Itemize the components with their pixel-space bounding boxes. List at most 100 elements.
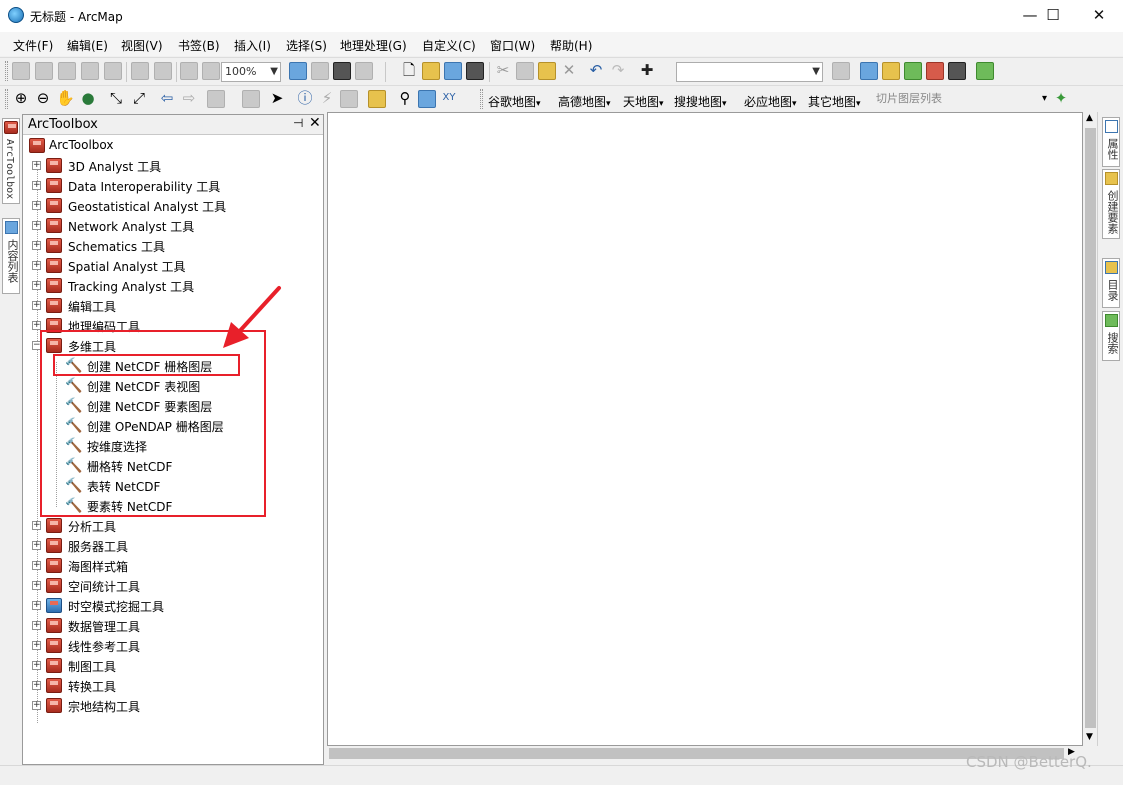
expand-icon[interactable]: + <box>32 561 41 570</box>
expand-icon[interactable]: + <box>32 221 41 230</box>
scroll-down-icon[interactable]: ▼ <box>1086 732 1093 742</box>
expand-icon[interactable]: + <box>32 261 41 270</box>
find-route-icon[interactable] <box>418 90 436 108</box>
menu-help[interactable]: 帮助(H) <box>550 37 592 54</box>
arctoolbox-window-icon[interactable] <box>926 62 944 80</box>
scale-combo[interactable]: ▼ <box>676 62 823 82</box>
toolbar-grip[interactable] <box>480 89 483 109</box>
map-canvas[interactable] <box>327 112 1083 746</box>
model-builder-icon[interactable] <box>976 62 994 80</box>
scroll-thumb[interactable] <box>329 748 1064 759</box>
close-icon[interactable]: ✕ <box>309 115 321 131</box>
search-dock-tab[interactable]: 搜索 <box>1102 311 1120 361</box>
search-window-icon[interactable] <box>904 62 922 80</box>
clear-selection-icon[interactable] <box>242 90 260 108</box>
next-extent-icon[interactable] <box>202 62 220 80</box>
scroll-thumb[interactable] <box>1085 128 1096 728</box>
pin-icon[interactable]: ⊣ <box>293 116 303 130</box>
python-window-icon[interactable] <box>948 62 966 80</box>
attributes-dock-tab[interactable]: 属性 <box>1102 117 1120 167</box>
change-layout-icon[interactable] <box>333 62 351 80</box>
expand-icon[interactable]: + <box>32 201 41 210</box>
measure-icon[interactable] <box>368 90 386 108</box>
identify-icon[interactable]: ⓘ <box>296 89 314 107</box>
pan-icon[interactable] <box>58 62 76 80</box>
add-data-icon[interactable]: ✚ <box>638 61 656 79</box>
create-features-dock-tab[interactable]: 创建要素 <box>1102 169 1120 239</box>
expand-icon[interactable]: + <box>32 161 41 170</box>
zoom-in-icon[interactable]: ⊕ <box>12 89 30 107</box>
previous-extent-icon[interactable] <box>180 62 198 80</box>
find-binoculars-icon[interactable]: ⚲ <box>396 89 414 107</box>
zoom-out-icon[interactable]: ⊖ <box>34 89 52 107</box>
expand-icon[interactable]: + <box>32 281 41 290</box>
go-to-xy-icon[interactable]: XY <box>440 89 458 107</box>
expand-icon[interactable]: + <box>32 621 41 630</box>
toggle-draft-mode-icon[interactable] <box>289 62 307 80</box>
menu-customize[interactable]: 自定义(C) <box>422 37 476 54</box>
arctoolbox-dock-tab[interactable]: ArcToolbox <box>2 118 20 204</box>
catalog-window-icon[interactable] <box>882 62 900 80</box>
copy-icon[interactable] <box>516 62 534 80</box>
tianditu-menu[interactable]: 天地图▾ <box>623 93 664 110</box>
expand-icon[interactable]: + <box>32 581 41 590</box>
vertical-scrollbar[interactable]: ▲ ▼ <box>1083 112 1098 746</box>
paste-icon[interactable] <box>538 62 556 80</box>
maximize-button[interactable]: ☐ <box>1030 0 1076 32</box>
save-icon[interactable] <box>444 62 462 80</box>
expand-icon[interactable]: + <box>32 181 41 190</box>
new-document-icon[interactable]: 🗋 <box>400 61 418 79</box>
add-tile-layer-icon[interactable]: ✦ <box>1052 89 1070 107</box>
gaode-map-menu[interactable]: 高德地图▾ <box>558 93 611 110</box>
bing-map-menu[interactable]: 必应地图▾ <box>744 93 797 110</box>
menu-bookmarks[interactable]: 书签(B) <box>178 37 220 54</box>
expand-icon[interactable]: + <box>32 521 41 530</box>
soso-map-menu[interactable]: 搜搜地图▾ <box>674 93 727 110</box>
fixed-zoom-in-icon[interactable] <box>12 62 30 80</box>
undo-icon[interactable]: ↶ <box>587 61 605 79</box>
catalog-dock-tab[interactable]: 目录 <box>1102 258 1120 308</box>
menu-file[interactable]: 文件(F) <box>13 37 53 54</box>
expand-icon[interactable]: + <box>32 241 41 250</box>
expand-icon[interactable]: + <box>32 641 41 650</box>
expand-icon[interactable]: + <box>32 541 41 550</box>
zoom-combo[interactable]: 100% ▼ <box>221 62 281 82</box>
print-icon[interactable] <box>466 62 484 80</box>
focus-data-frame-icon[interactable] <box>311 62 329 80</box>
select-features-icon[interactable] <box>207 90 225 108</box>
forward-arrow-icon[interactable]: ⇨ <box>180 89 198 107</box>
hyperlink-icon[interactable]: ⚡ <box>318 89 336 107</box>
go-back-icon[interactable] <box>104 62 122 80</box>
expand-icon[interactable]: + <box>32 661 41 670</box>
delete-icon[interactable]: ✕ <box>560 61 578 79</box>
scroll-up-icon[interactable]: ▲ <box>1086 113 1093 123</box>
zoom-whole-page-icon[interactable] <box>154 62 172 80</box>
table-of-contents-icon[interactable] <box>860 62 878 80</box>
editor-toolbar-icon[interactable] <box>832 62 850 80</box>
menu-edit[interactable]: 编辑(E) <box>67 37 108 54</box>
expand-icon[interactable]: + <box>32 601 41 610</box>
tile-layer-list[interactable]: 切片图层列表 ▾ <box>873 90 1049 110</box>
menu-windows[interactable]: 窗口(W) <box>490 37 535 54</box>
cut-icon[interactable]: ✂ <box>494 61 512 79</box>
toolbar-grip[interactable] <box>5 61 8 81</box>
fixed-zoom-out-arrows-icon[interactable]: ⤢ <box>130 89 148 107</box>
open-folder-icon[interactable] <box>422 62 440 80</box>
expand-icon[interactable]: + <box>32 321 41 330</box>
menu-view[interactable]: 视图(V) <box>121 37 163 54</box>
other-map-menu[interactable]: 其它地图▾ <box>808 93 861 110</box>
select-elements-icon[interactable] <box>131 62 149 80</box>
toolbar-grip[interactable] <box>5 89 8 109</box>
close-button[interactable]: ✕ <box>1076 0 1122 32</box>
fixed-zoom-out-icon[interactable] <box>35 62 53 80</box>
html-popup-icon[interactable] <box>340 90 358 108</box>
data-driven-pages-icon[interactable] <box>355 62 373 80</box>
table-of-contents-dock-tab[interactable]: 内容列表 <box>2 218 20 294</box>
google-map-menu[interactable]: 谷歌地图▾ <box>488 93 541 110</box>
expand-icon[interactable]: + <box>32 681 41 690</box>
back-arrow-icon[interactable]: ⇦ <box>158 89 176 107</box>
redo-icon[interactable]: ↷ <box>609 61 627 79</box>
menu-selection[interactable]: 选择(S) <box>286 37 327 54</box>
full-extent-icon[interactable] <box>81 62 99 80</box>
select-cursor-icon[interactable]: ➤ <box>268 89 286 107</box>
